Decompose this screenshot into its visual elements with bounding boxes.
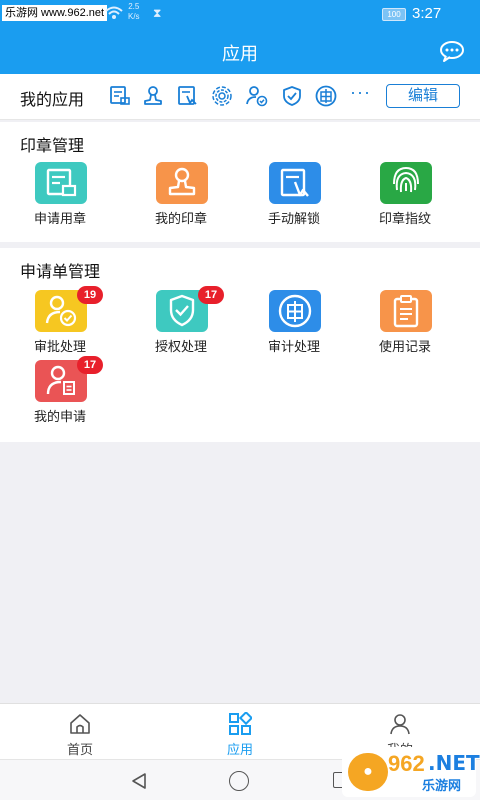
watermark-logo: ● 962 .NET 乐游网 bbox=[342, 747, 480, 797]
speed-unit: K/s bbox=[128, 12, 140, 21]
watermark-net: .NET bbox=[428, 751, 480, 775]
notification-badge: 19 bbox=[77, 286, 103, 304]
network-speed: 2.5 K/s bbox=[128, 2, 140, 22]
seal-management-section: 印章管理 申请用章 我的印章 手动解锁 印章指纹 bbox=[0, 122, 480, 242]
approval-tile[interactable]: 19 审批处理 bbox=[5, 286, 115, 360]
edit-button[interactable]: 编辑 bbox=[386, 84, 460, 108]
apply-seal-icon bbox=[35, 162, 87, 204]
tile-label: 申请用章 bbox=[33, 211, 86, 226]
speed-value: 2.5 bbox=[128, 2, 140, 11]
my-apps-bar: 我的应用 ··· 编辑 bbox=[0, 74, 480, 120]
my-seal-tile[interactable]: 我的印章 bbox=[126, 162, 236, 232]
manual-unlock-tile[interactable]: 手动解锁 bbox=[239, 162, 349, 232]
tile-label: 我的申请 bbox=[33, 409, 86, 424]
seal-icon[interactable] bbox=[141, 84, 165, 108]
tile-label: 授权处理 bbox=[154, 339, 207, 354]
seal-icon bbox=[156, 162, 208, 204]
watermark-brand: 962 bbox=[388, 751, 425, 776]
tile-label: 印章指纹 bbox=[378, 211, 431, 226]
audit-tile[interactable]: 审计处理 bbox=[239, 290, 349, 360]
more-icon[interactable]: ··· bbox=[350, 82, 371, 103]
apply-seal-tile[interactable]: 申请用章 bbox=[5, 162, 115, 232]
user-icon bbox=[390, 714, 410, 735]
apps-grid-icon bbox=[229, 712, 252, 735]
nav-home[interactable]: 首页 bbox=[0, 704, 160, 760]
section-title: 申请单管理 bbox=[20, 264, 101, 281]
fingerprint-icon[interactable] bbox=[210, 84, 234, 108]
nav-label: 应用 bbox=[226, 742, 253, 757]
clock: 3:27 bbox=[412, 5, 442, 22]
notification-badge: 17 bbox=[198, 286, 224, 304]
authorization-tile[interactable]: 17 授权处理 bbox=[126, 286, 236, 360]
watermark-site: 乐游网 bbox=[422, 778, 462, 793]
unlock-icon[interactable] bbox=[176, 84, 200, 108]
watermark-top: 乐游网 www.962.net bbox=[2, 5, 108, 21]
apply-seal-icon[interactable] bbox=[108, 84, 132, 108]
notification-badge: 17 bbox=[77, 356, 103, 374]
seal-fingerprint-tile[interactable]: 印章指纹 bbox=[350, 162, 460, 232]
unlock-icon bbox=[269, 162, 321, 204]
audit-icon bbox=[269, 290, 321, 332]
back-icon[interactable] bbox=[130, 772, 148, 790]
clipboard-icon bbox=[380, 290, 432, 332]
page-title: 应用 bbox=[222, 44, 258, 64]
home-button-icon[interactable] bbox=[229, 771, 249, 791]
hourglass-icon: ⧗ bbox=[153, 6, 162, 20]
tile-label: 审计处理 bbox=[267, 339, 320, 354]
tile-label: 手动解锁 bbox=[267, 211, 320, 226]
usage-record-tile[interactable]: 使用记录 bbox=[350, 290, 460, 360]
tile-label: 使用记录 bbox=[378, 339, 431, 354]
chat-bubble-icon[interactable] bbox=[439, 40, 465, 62]
request-management-section: 申请单管理 19 审批处理 17 授权处理 审计处理 使用记录 17 我的申请 bbox=[0, 248, 480, 442]
home-icon bbox=[70, 714, 90, 734]
fingerprint-icon bbox=[380, 162, 432, 204]
watermark-logo-icon: ● bbox=[348, 753, 388, 791]
approve-user-icon[interactable] bbox=[245, 84, 269, 108]
shield-check-icon[interactable] bbox=[280, 84, 304, 108]
app-header: 应用 bbox=[0, 28, 480, 74]
nav-apps[interactable]: 应用 bbox=[160, 704, 320, 760]
audit-icon[interactable] bbox=[314, 84, 338, 108]
status-bar: 乐游网 www.962.net 2.5 K/s ⧗ 100 3:27 bbox=[0, 0, 480, 28]
wifi-icon bbox=[105, 6, 123, 19]
battery-indicator: 100 bbox=[382, 8, 406, 21]
tile-label: 审批处理 bbox=[33, 339, 86, 354]
tile-label: 我的印章 bbox=[154, 211, 207, 226]
section-title: 印章管理 bbox=[20, 138, 85, 155]
my-apps-label: 我的应用 bbox=[20, 92, 85, 109]
nav-label: 首页 bbox=[66, 742, 93, 757]
my-request-tile[interactable]: 17 我的申请 bbox=[5, 356, 115, 430]
